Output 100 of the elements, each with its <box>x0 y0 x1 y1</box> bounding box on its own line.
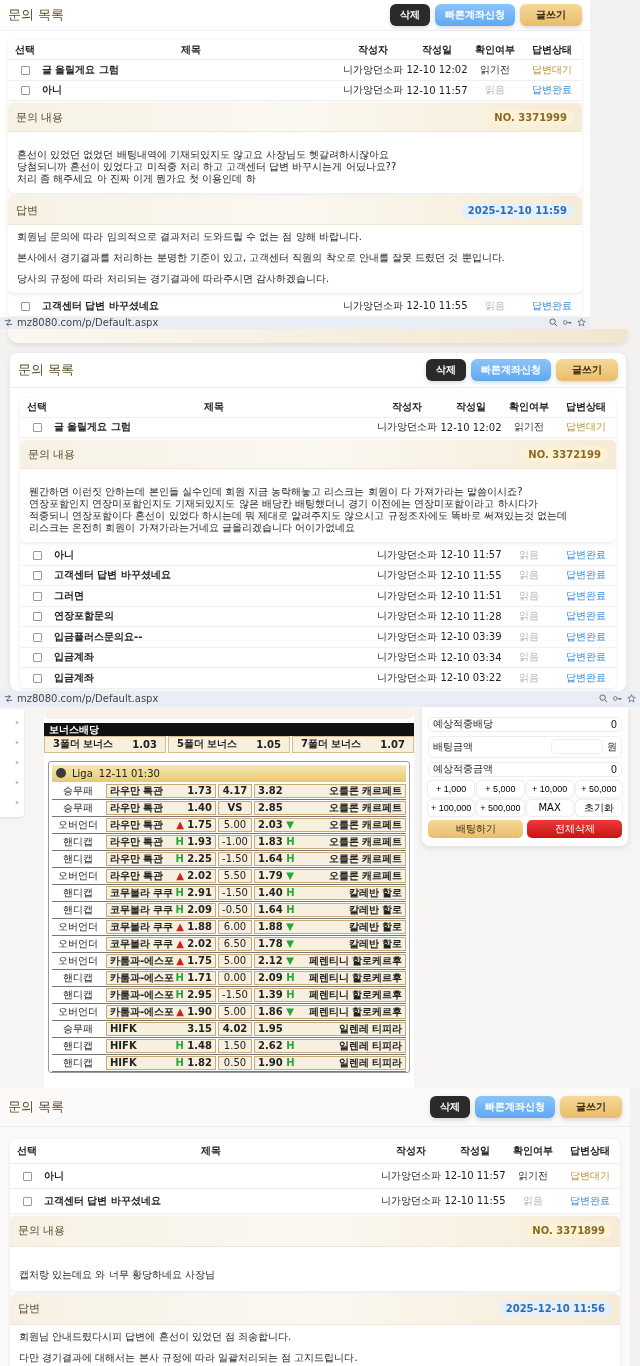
checkbox[interactable] <box>32 653 42 663</box>
arrow-icon[interactable] <box>15 740 20 745</box>
inquiry-title-link[interactable]: 입금계좌 <box>54 670 374 685</box>
home-odds-button[interactable]: 카룸과-에스포 ▲ 1.90 <box>106 1004 216 1019</box>
bookmark-star-icon[interactable] <box>627 694 636 703</box>
inquiry-title-link[interactable]: 고객센터 답변 바꾸셨네요 <box>42 298 340 313</box>
away-odds-button[interactable]: 2.12 ▼ 페렌티니 할로케르후 <box>254 953 406 968</box>
home-odds-button[interactable]: 라우만 톡관 ▲ 1.75 <box>106 817 216 832</box>
checkbox[interactable] <box>32 673 42 683</box>
away-odds-button[interactable]: 1.64 H 칼레반 할로 <box>254 902 406 917</box>
home-odds-button[interactable]: 카룸과-에스포H 2.95 <box>106 987 216 1002</box>
away-odds-button[interactable]: 3.82 오를론 캐르페트 <box>254 783 406 798</box>
draw-odds-button[interactable]: 5.50 <box>218 868 252 883</box>
checkbox[interactable] <box>20 65 30 75</box>
checkbox[interactable] <box>22 1171 32 1181</box>
away-odds-button[interactable]: 1.39 H 페렌티니 할로케르후 <box>254 987 406 1002</box>
arrow-icon[interactable] <box>15 720 20 725</box>
draw-odds-button[interactable]: VS <box>218 800 252 815</box>
away-odds-button[interactable]: 1.40 H 칼레반 할로 <box>254 885 406 900</box>
key-icon[interactable] <box>563 318 572 327</box>
action-button[interactable]: 글쓰기 <box>520 4 582 26</box>
inquiry-title-link[interactable]: 글 올릴게요 그럼 <box>42 62 340 77</box>
draw-odds-button[interactable]: 6.00 <box>218 919 252 934</box>
home-odds-button[interactable]: 라우만 톡관 H 1.93 <box>106 834 216 849</box>
home-odds-button[interactable]: 카룸과-에스포H 1.71 <box>106 970 216 985</box>
draw-odds-button[interactable]: -0.50 <box>218 902 252 917</box>
checkbox[interactable] <box>32 612 42 622</box>
checkbox[interactable] <box>32 571 42 581</box>
inquiry-title-link[interactable]: 고객센터 답변 바꾸셨네요 <box>44 1193 378 1208</box>
action-button[interactable]: 삭제 <box>430 1095 470 1118</box>
checkbox[interactable] <box>32 423 42 433</box>
amount-chip-button[interactable]: + 1,000 <box>428 780 475 797</box>
inquiry-title-link[interactable]: 고객센터 답변 바꾸셨네요 <box>54 568 374 583</box>
amount-chip-button[interactable]: MAX <box>526 799 573 816</box>
home-odds-button[interactable]: 코무볼라 쿠쿠 H 2.09 <box>106 902 216 917</box>
away-odds-button[interactable]: 1.90 H 일렌레 티피라 <box>254 1055 406 1070</box>
inquiry-title-link[interactable]: 입금플러스문의요-- <box>54 629 374 644</box>
draw-odds-button[interactable]: 6.50 <box>218 936 252 951</box>
home-odds-button[interactable]: HIFK H 1.82 <box>106 1055 216 1070</box>
bookmark-star-icon[interactable] <box>577 318 586 327</box>
arrow-icon[interactable] <box>15 780 20 785</box>
checkbox[interactable] <box>32 550 42 560</box>
inquiry-title-link[interactable]: 연장포함문의 <box>54 609 374 624</box>
checkbox[interactable] <box>32 591 42 601</box>
away-odds-button[interactable]: 2.85 오를론 캐르페트 <box>254 800 406 815</box>
amount-chip-button[interactable]: 초기화 <box>575 799 622 816</box>
site-settings-icon[interactable] <box>4 318 13 327</box>
action-button[interactable]: 삭제 <box>390 4 430 26</box>
away-odds-button[interactable]: 2.09 H 페렌티니 할로케르후 <box>254 970 406 985</box>
amount-chip-button[interactable]: + 500,000 <box>477 799 524 816</box>
slip-action-button[interactable]: 배팅하기 <box>428 819 523 838</box>
draw-odds-button[interactable]: 5.00 <box>218 953 252 968</box>
inquiry-title-link[interactable]: 글 올릴게요 그럼 <box>54 420 374 435</box>
draw-odds-button[interactable]: -1.50 <box>218 885 252 900</box>
away-odds-button[interactable]: 1.95 일렌레 티피라 <box>254 1021 406 1036</box>
draw-odds-button[interactable]: 0.00 <box>218 970 252 985</box>
draw-odds-button[interactable]: 5.00 <box>218 1004 252 1019</box>
draw-odds-button[interactable]: -1.00 <box>218 834 252 849</box>
amount-chip-button[interactable]: + 5,000 <box>477 780 524 797</box>
action-button[interactable]: 글쓰기 <box>560 1095 622 1118</box>
action-button[interactable]: 글쓰기 <box>556 358 618 381</box>
draw-odds-button[interactable]: -1.50 <box>218 987 252 1002</box>
inquiry-title-link[interactable]: 아니 <box>42 83 340 98</box>
checkbox[interactable] <box>32 632 42 642</box>
away-odds-button[interactable]: 1.86 ▼ 페렌티니 할로케르후 <box>254 1004 406 1019</box>
home-odds-button[interactable]: 라우만 톡관 1.73 <box>106 783 216 798</box>
away-odds-button[interactable]: 2.03 ▼ 오를론 캐르페트 <box>254 817 406 832</box>
home-odds-button[interactable]: HIFK H 1.48 <box>106 1038 216 1053</box>
checkbox[interactable] <box>20 86 30 96</box>
draw-odds-button[interactable]: -1.50 <box>218 851 252 866</box>
home-odds-button[interactable]: 카룸과-에스포 ▲ 1.75 <box>106 953 216 968</box>
draw-odds-button[interactable]: 4.17 <box>218 783 252 798</box>
home-odds-button[interactable]: 라우만 톡관 ▲ 2.02 <box>106 868 216 883</box>
amount-chip-button[interactable]: + 10,000 <box>526 780 573 797</box>
key-icon[interactable] <box>613 694 622 703</box>
home-odds-button[interactable]: 라우만 톡관 H 2.25 <box>106 851 216 866</box>
draw-odds-button[interactable]: 4.02 <box>218 1021 252 1036</box>
search-icon[interactable] <box>549 318 558 327</box>
away-odds-button[interactable]: 1.88 ▼ 칼레반 할로 <box>254 919 406 934</box>
amount-chip-button[interactable]: + 50,000 <box>575 780 622 797</box>
away-odds-button[interactable]: 1.83 H 오를론 캐르페트 <box>254 834 406 849</box>
away-odds-button[interactable]: 1.78 ▼ 칼레반 할로 <box>254 936 406 951</box>
site-settings-icon[interactable] <box>4 694 13 703</box>
home-odds-button[interactable]: 코무볼라 쿠쿠 ▲ 1.88 <box>106 919 216 934</box>
arrow-icon[interactable] <box>15 760 20 765</box>
away-odds-button[interactable]: 1.64 H 오를론 캐르페트 <box>254 851 406 866</box>
draw-odds-button[interactable]: 1.50 <box>218 1038 252 1053</box>
arrow-icon[interactable] <box>15 800 20 805</box>
away-odds-button[interactable]: 2.62 H 일렌레 티피라 <box>254 1038 406 1053</box>
slip-action-button[interactable]: 전체삭제 <box>527 819 622 838</box>
inquiry-title-link[interactable]: 아니 <box>54 547 374 562</box>
inquiry-title-link[interactable]: 입금계좌 <box>54 650 374 665</box>
draw-odds-button[interactable]: 5.00 <box>218 817 252 832</box>
amount-chip-button[interactable]: + 100,000 <box>428 799 475 816</box>
home-odds-button[interactable]: 라우만 톡관 1.40 <box>106 800 216 815</box>
action-button[interactable]: 삭제 <box>426 358 466 381</box>
inquiry-title-link[interactable]: 아니 <box>44 1168 378 1183</box>
checkbox[interactable] <box>20 301 30 311</box>
home-odds-button[interactable]: 코무볼라 쿠쿠 ▲ 2.02 <box>106 936 216 951</box>
away-odds-button[interactable]: 1.79 ▼ 오를론 캐르페트 <box>254 868 406 883</box>
